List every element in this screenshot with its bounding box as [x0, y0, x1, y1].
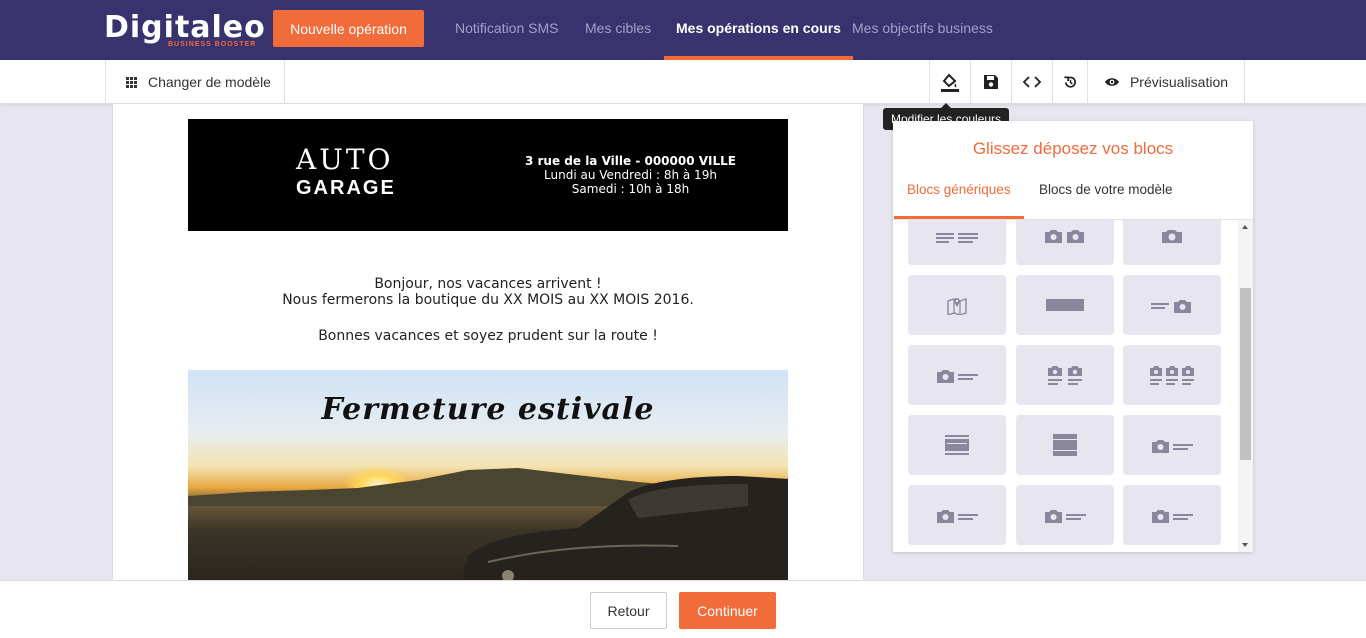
- editor-toolbar: Changer de modèle Prévisualisation: [0, 60, 1366, 104]
- digitaleo-logo[interactable]: Digitaleo BUSINESS BOOSTER: [104, 10, 266, 49]
- block-map[interactable]: [908, 275, 1006, 335]
- block-divider[interactable]: [1016, 275, 1114, 335]
- logo-tagline: BUSINESS BOOSTER: [168, 41, 257, 48]
- block-photo-text[interactable]: [908, 485, 1006, 545]
- preview-label: Prévisualisation: [1129, 74, 1229, 90]
- header-address: 3 rue de la Ville - 000000 VILLE: [524, 154, 736, 168]
- email-text-line: Nous fermerons la boutique du XX MOIS au…: [282, 292, 694, 308]
- email-header-block[interactable]: AUTO GARAGE 3 rue de la Ville - 000000 V…: [188, 119, 788, 231]
- photo-icon: [1162, 230, 1182, 243]
- save-button[interactable]: [970, 60, 1011, 104]
- change-template-button[interactable]: Changer de modèle: [105, 60, 285, 104]
- email-text-line: Bonjour, nos vacances arrivent !: [374, 276, 602, 292]
- three-photo-caption-icon: [1150, 366, 1194, 385]
- email-photo-block[interactable]: Fermeture estivale: [188, 370, 788, 580]
- map-icon: [947, 298, 967, 315]
- car-silhouette: [462, 476, 788, 580]
- nav-link-sms-notification[interactable]: Notification SMS: [455, 0, 558, 60]
- back-button[interactable]: Retour: [590, 592, 667, 629]
- tab-model-blocks[interactable]: Blocs de votre modèle: [1039, 177, 1173, 219]
- photo-text-icon: [1045, 510, 1086, 523]
- logo-text: Digitaleo: [104, 10, 266, 45]
- two-photo-caption-icon: [1048, 366, 1082, 385]
- block-two-photos[interactable]: [1016, 220, 1114, 265]
- tab-generic-blocks[interactable]: Blocs génériques: [894, 177, 1024, 219]
- block-two-photos-captions[interactable]: [1016, 345, 1114, 405]
- header-hours-week: Lundi au Vendredi : 8h à 19h: [544, 168, 717, 182]
- new-operation-button[interactable]: Nouvelle opération: [273, 10, 424, 47]
- nav-link-business-goals[interactable]: Mes objectifs business: [852, 0, 993, 60]
- block-photo-text[interactable]: [908, 345, 1006, 405]
- block-full-banner[interactable]: [1016, 415, 1114, 475]
- block-photo-text[interactable]: [1123, 485, 1221, 545]
- edit-colors-button[interactable]: [929, 60, 970, 104]
- grid-icon: [126, 77, 137, 88]
- html-code-button[interactable]: [1011, 60, 1052, 104]
- preview-button[interactable]: Prévisualisation: [1087, 60, 1245, 104]
- brand-auto: AUTO: [296, 143, 394, 176]
- blocks-panel: Glissez déposez vos blocs Blocs génériqu…: [893, 121, 1253, 552]
- scroll-down-arrow-icon[interactable]: [1242, 543, 1248, 547]
- code-icon: [1023, 76, 1041, 88]
- block-photo-text[interactable]: [1123, 415, 1221, 475]
- scroll-up-arrow-icon[interactable]: [1242, 225, 1248, 229]
- nav-link-current-operations[interactable]: Mes opérations en cours: [664, 0, 853, 60]
- nav-link-targets[interactable]: Mes cibles: [585, 0, 651, 60]
- photo-text-icon: [937, 370, 978, 383]
- panel-title: Glissez déposez vos blocs: [972, 139, 1174, 158]
- paint-bucket-icon: [941, 73, 959, 92]
- block-banner[interactable]: [908, 415, 1006, 475]
- blocks-scrollbar[interactable]: [1238, 220, 1253, 552]
- block-photo-text[interactable]: [1016, 485, 1114, 545]
- block-three-photos-captions[interactable]: [1123, 345, 1221, 405]
- footer-bar: Retour Continuer: [0, 580, 1366, 638]
- history-button[interactable]: [1052, 60, 1087, 104]
- save-icon: [984, 75, 998, 89]
- email-canvas[interactable]: AUTO GARAGE 3 rue de la Ville - 000000 V…: [112, 104, 864, 580]
- scrollbar-thumb[interactable]: [1240, 288, 1251, 460]
- history-icon: [1063, 76, 1076, 88]
- photo-title: Fermeture estivale: [321, 392, 655, 427]
- photo-text-icon: [1152, 440, 1193, 453]
- block-text-photo[interactable]: [1123, 275, 1221, 335]
- email-text-block[interactable]: Bonjour, nos vacances arrivent ! Nous fe…: [188, 276, 788, 344]
- photo-text-icon: [937, 510, 978, 523]
- blocks-grid: [893, 220, 1238, 552]
- header-hours-saturday: Samedi : 10h à 18h: [571, 182, 690, 196]
- change-template-label: Changer de modèle: [148, 74, 271, 90]
- brand-garage: GARAGE: [296, 177, 396, 199]
- header-contact-info: 3 rue de la Ville - 000000 VILLE Lundi a…: [518, 154, 743, 196]
- continue-button[interactable]: Continuer: [679, 592, 776, 629]
- top-navigation: Digitaleo BUSINESS BOOSTER Nouvelle opér…: [0, 0, 1366, 60]
- block-text-two-columns[interactable]: [908, 220, 1006, 265]
- full-banner-icon: [1053, 434, 1077, 456]
- two-photos-icon: [1045, 230, 1084, 243]
- eye-icon: [1104, 78, 1119, 86]
- email-text-line: Bonnes vacances et soyez prudent sur la …: [318, 328, 658, 344]
- photo-text-icon: [1152, 510, 1193, 523]
- text-photo-icon: [1151, 300, 1191, 313]
- divider-icon: [1046, 299, 1084, 311]
- text-text-icon: [936, 233, 978, 243]
- banner-icon: [945, 435, 969, 455]
- block-single-photo[interactable]: [1123, 220, 1221, 265]
